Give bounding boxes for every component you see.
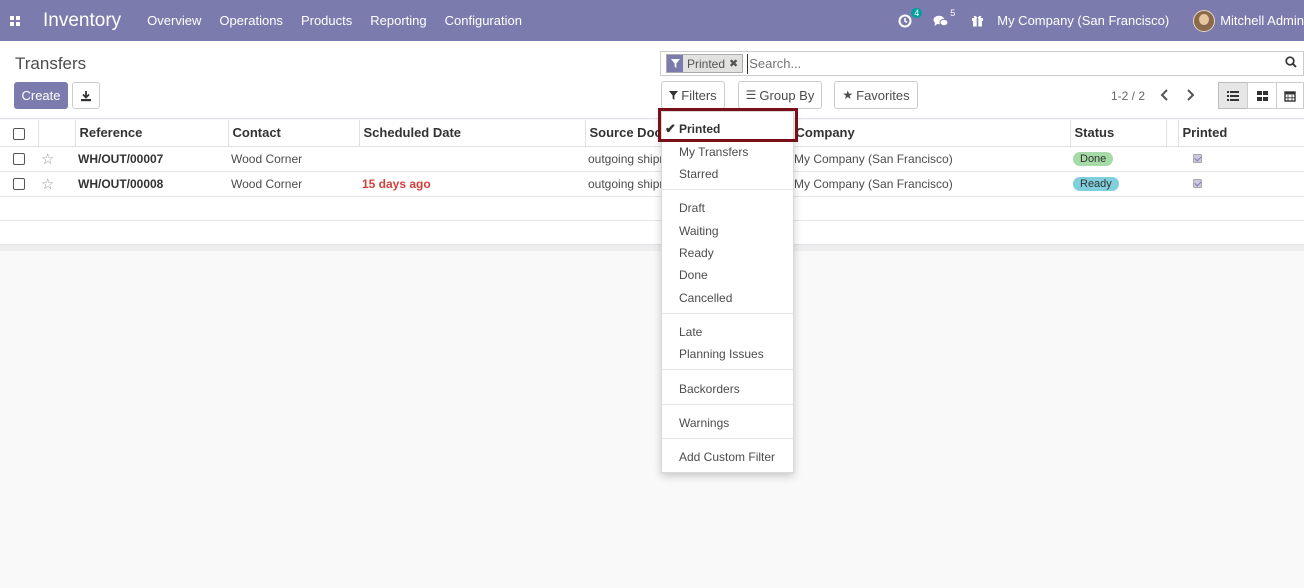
status-badge: Ready	[1073, 177, 1119, 191]
select-all-cell	[0, 120, 39, 147]
messages-count-badge: 5	[950, 7, 956, 18]
highlight-annotation	[658, 108, 798, 142]
filter-facet-icon	[667, 55, 683, 72]
header-contact[interactable]: Contact	[228, 120, 360, 147]
filter-icon	[669, 90, 679, 100]
printed-checkbox	[1193, 178, 1202, 188]
pager-previous-icon[interactable]	[1160, 88, 1170, 104]
dropdown-divider	[662, 189, 793, 190]
filter-option-ready[interactable]: Ready	[679, 246, 714, 260]
activity-count-badge: 4	[911, 7, 923, 18]
user-avatar[interactable]	[1193, 9, 1216, 32]
app-title[interactable]: Inventory	[43, 10, 121, 32]
filter-option-late[interactable]: Late	[679, 325, 702, 339]
create-button[interactable]: Create	[14, 82, 68, 109]
search-icon[interactable]	[1285, 56, 1297, 71]
apps-menu-icon[interactable]	[0, 0, 30, 41]
list-icon	[1227, 90, 1239, 101]
pager-value[interactable]: 1-2 / 2	[1111, 89, 1145, 103]
favorites-button[interactable]: ★ Favorites	[834, 81, 918, 109]
table-row[interactable]: ☆ WH/OUT/00007 Wood Corner outgoing ship…	[0, 146, 1304, 172]
status-badge: Done	[1073, 152, 1114, 166]
top-navbar: Inventory Overview Operations Products R…	[0, 0, 1304, 41]
row-checkbox[interactable]	[13, 153, 25, 166]
company-cell: My Company (San Francisco)	[791, 146, 1070, 172]
download-icon	[81, 90, 91, 101]
table-header-row: Reference Contact Scheduled Date Source …	[0, 120, 1304, 147]
remove-facet-icon[interactable]: ✖	[729, 57, 742, 70]
filters-dropdown: ✔ Printed My Transfers Starred Draft Wai…	[661, 111, 794, 473]
header-scheduled-date[interactable]: Scheduled Date	[359, 120, 586, 147]
table-bottom-bar	[0, 245, 1304, 251]
search-bar[interactable]: Printed ✖	[660, 51, 1304, 76]
header-reference[interactable]: Reference	[75, 120, 229, 147]
filter-option-add-custom-filter[interactable]: Add Custom Filter	[679, 450, 775, 464]
filter-option-starred[interactable]: Starred	[679, 167, 718, 181]
star-icon: ★	[842, 88, 854, 102]
dropdown-divider	[662, 404, 793, 405]
bars-icon: ☰	[745, 88, 757, 102]
header-status[interactable]: Status	[1070, 120, 1167, 147]
calendar-icon	[1284, 90, 1296, 102]
search-facet-printed: Printed ✖	[666, 54, 744, 73]
gift-icon[interactable]	[969, 13, 985, 29]
filter-option-cancelled[interactable]: Cancelled	[679, 291, 732, 305]
kanban-icon	[1256, 90, 1268, 101]
contact-cell: Wood Corner	[228, 146, 359, 172]
table-row[interactable]: ☆ WH/OUT/00008 Wood Corner 15 days ago o…	[0, 171, 1304, 197]
filter-option-planning-issues[interactable]: Planning Issues	[679, 347, 764, 361]
filters-label: Filters	[681, 87, 717, 103]
calendar-view-button[interactable]	[1276, 82, 1304, 109]
transfers-table: Reference Contact Scheduled Date Source …	[0, 120, 1304, 245]
dropdown-divider	[662, 438, 793, 439]
empty-row	[0, 196, 1304, 221]
scheduled-date-cell: 15 days ago	[362, 176, 431, 191]
header-spacer	[1166, 120, 1179, 147]
printed-checkbox	[1193, 153, 1202, 163]
table-footer	[0, 220, 1304, 245]
filter-option-draft[interactable]: Draft	[679, 201, 705, 215]
star-icon[interactable]: ☆	[41, 151, 54, 168]
messages-icon[interactable]: 5	[933, 8, 955, 29]
filters-button[interactable]: Filters	[661, 81, 725, 109]
dropdown-divider	[662, 369, 793, 370]
filter-option-warnings[interactable]: Warnings	[679, 416, 729, 430]
select-all-checkbox[interactable]	[13, 127, 25, 140]
activity-icon[interactable]: 4	[897, 7, 923, 29]
user-menu[interactable]: Mitchell Admin	[1220, 13, 1304, 28]
reference-cell: WH/OUT/00008	[78, 176, 164, 191]
search-input[interactable]	[747, 53, 1268, 74]
filter-option-my-transfers[interactable]: My Transfers	[679, 145, 748, 159]
control-panel: Transfers Create Printed ✖ Filters ☰ Gro…	[0, 41, 1304, 119]
menu-overview[interactable]: Overview	[147, 13, 201, 28]
menu-operations[interactable]: Operations	[219, 13, 283, 28]
menu-configuration[interactable]: Configuration	[445, 13, 522, 28]
group-by-label: Group By	[759, 87, 815, 103]
export-button[interactable]	[72, 82, 100, 109]
kanban-view-button[interactable]	[1247, 82, 1277, 109]
header-printed[interactable]: Printed	[1178, 120, 1304, 147]
company-switcher[interactable]: My Company (San Francisco)	[997, 13, 1169, 28]
star-icon[interactable]: ☆	[41, 176, 54, 193]
list-view-button[interactable]	[1218, 82, 1248, 109]
scheduled-date-cell	[359, 146, 585, 172]
menu-products[interactable]: Products	[301, 13, 352, 28]
dropdown-divider	[662, 313, 793, 314]
filter-option-done[interactable]: Done	[679, 268, 708, 282]
facet-value: Printed	[687, 56, 726, 71]
page-title: Transfers	[15, 54, 87, 73]
group-by-button[interactable]: ☰ Group By	[738, 81, 822, 109]
pager-next-icon[interactable]	[1185, 88, 1195, 104]
menu-reporting[interactable]: Reporting	[370, 13, 426, 28]
favorites-label: Favorites	[856, 87, 910, 103]
row-checkbox[interactable]	[13, 178, 25, 191]
header-star	[38, 120, 76, 147]
header-company[interactable]: Company	[791, 120, 1071, 147]
filter-option-waiting[interactable]: Waiting	[679, 224, 719, 238]
company-cell: My Company (San Francisco)	[791, 171, 1070, 197]
reference-cell: WH/OUT/00007	[78, 151, 164, 166]
contact-cell: Wood Corner	[228, 171, 359, 197]
filter-option-backorders[interactable]: Backorders	[679, 382, 740, 396]
